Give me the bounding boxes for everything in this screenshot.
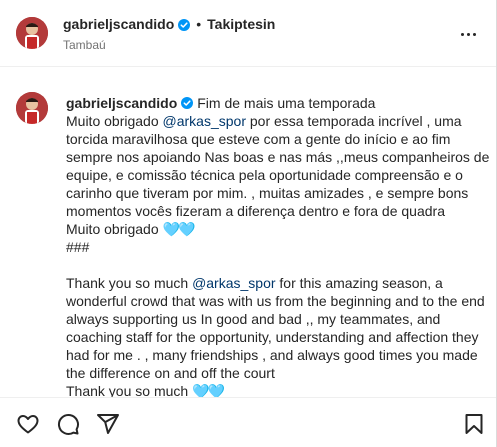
post-author: gabrieljscandido • Takiptesin [63, 16, 275, 32]
caption-en-thanks: Thank you so much [66, 383, 193, 397]
comment-icon[interactable] [56, 412, 80, 436]
mention-link[interactable]: @arkas_spor [163, 113, 246, 129]
mention-link[interactable]: @arkas_spor [192, 275, 275, 291]
caption-username-link[interactable]: gabrieljscandido [66, 95, 177, 111]
instagram-post: gabrieljscandido • Takiptesin Tambaú gab… [0, 0, 497, 447]
hearts-emoji: 🩵🩵 [192, 383, 225, 397]
location-link[interactable]: Tambaú [63, 38, 106, 52]
verified-badge-icon [181, 95, 194, 109]
verified-badge-icon [178, 18, 191, 31]
avatar[interactable] [16, 17, 48, 49]
post-header: gabrieljscandido • Takiptesin Tambaú [0, 0, 496, 67]
caption-pt-text: Muito obrigado [66, 113, 163, 129]
caption-avatar[interactable] [16, 92, 48, 124]
follow-status-button[interactable]: Takiptesin [207, 16, 275, 32]
heart-icon[interactable] [16, 412, 40, 436]
username-link[interactable]: gabrieljscandido [63, 16, 174, 32]
caption-section: gabrieljscandido Fim de mais uma temporad… [0, 67, 496, 397]
caption-text: gabrieljscandido Fim de mais uma temporad… [66, 94, 494, 397]
hearts-emoji: 🩵🩵 [162, 221, 196, 237]
caption-line1: Fim de mais uma temporada [197, 95, 376, 111]
more-options-icon[interactable] [461, 26, 481, 42]
caption-en-text: Thank you so much [66, 275, 193, 291]
caption-pt-thanks: Muito obrigado [66, 221, 163, 237]
bookmark-icon[interactable] [462, 412, 486, 436]
caption-separator: ### [66, 239, 90, 255]
share-icon[interactable] [96, 412, 120, 436]
separator-dot: • [196, 16, 202, 32]
action-bar [0, 397, 496, 447]
